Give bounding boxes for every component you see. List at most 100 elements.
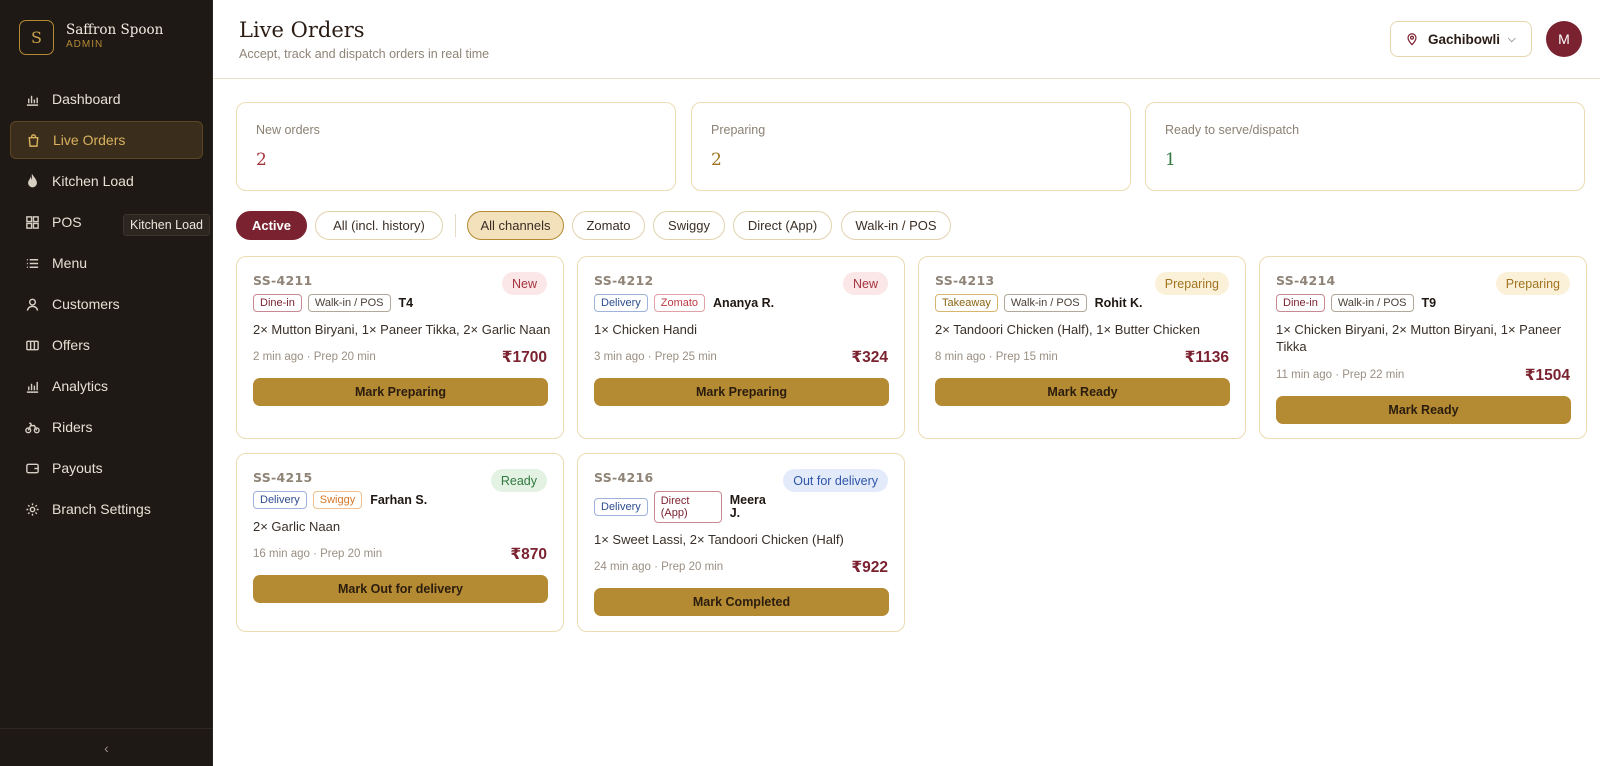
bike-icon	[24, 419, 40, 435]
mark-ready-button[interactable]: Mark Ready	[935, 378, 1230, 406]
gear-icon	[24, 501, 40, 517]
avatar[interactable]: M	[1546, 21, 1582, 57]
order-type-tag: Dine-in	[253, 294, 302, 312]
page-subtitle: Accept, track and dispatch orders in rea…	[239, 47, 490, 61]
chevron-down-icon: ⌵	[1508, 33, 1516, 45]
sidebar-item-label: Payouts	[52, 460, 103, 476]
channel-tag: Walk-in / POS	[307, 294, 391, 312]
order-type-tag: Delivery	[594, 294, 648, 312]
sidebar-item-dashboard[interactable]: Dashboard	[10, 80, 203, 118]
filter-all-channels[interactable]: All channels	[467, 211, 564, 240]
order-meta: 3 min ago · Prep 25 min	[594, 351, 717, 363]
user-icon	[24, 296, 40, 312]
stat-value: 1	[1165, 150, 1176, 170]
brand-logo: S	[19, 20, 54, 55]
filter-direct-app[interactable]: Direct (App)	[733, 211, 832, 240]
stat-value: 2	[256, 150, 267, 170]
brand[interactable]: S Saffron Spoon ADMIN	[19, 20, 163, 55]
mark-preparing-button[interactable]: Mark Preparing	[253, 378, 548, 406]
sidebar-item-branch-settings[interactable]: Branch Settings	[10, 490, 203, 528]
mark-completed-button[interactable]: Mark Completed	[594, 588, 889, 616]
channel-tag: Walk-in / POS	[1003, 294, 1087, 312]
location-pin-icon	[1407, 33, 1417, 46]
order-customer: Meera J.	[729, 493, 766, 520]
mark-ready-button[interactable]: Mark Ready	[1276, 396, 1571, 424]
analytics-icon	[24, 378, 40, 394]
sidebar-item-label: Dashboard	[52, 91, 121, 107]
brand-name: Saffron Spoon	[66, 22, 164, 38]
order-items: 2× Garlic Naan	[253, 519, 341, 534]
order-customer: Rohit K.	[1094, 296, 1143, 310]
mark-out-for-delivery-button[interactable]: Mark Out for delivery	[253, 575, 548, 603]
filter-all-history[interactable]: All (incl. history)	[315, 211, 443, 240]
sidebar-item-kitchen-load[interactable]: Kitchen Load	[10, 162, 203, 200]
sidebar-item-riders[interactable]: Riders	[10, 408, 203, 446]
bar-chart-icon	[24, 91, 40, 107]
stat-value: 2	[711, 150, 722, 170]
flame-icon	[24, 173, 40, 189]
sidebar-item-menu[interactable]: Menu	[10, 244, 203, 282]
order-total: ₹922	[851, 559, 888, 576]
status-badge: Out for delivery	[783, 469, 888, 492]
order-total: ₹1136	[1184, 349, 1229, 366]
order-customer: T9	[1421, 296, 1437, 310]
order-id: SS-4214	[1276, 273, 1336, 288]
stat-ready: Ready to serve/dispatch 1	[1145, 102, 1585, 191]
filter-zomato[interactable]: Zomato	[572, 211, 645, 240]
branch-selector[interactable]: Gachibowli ⌵	[1390, 21, 1532, 57]
order-id: SS-4215	[253, 470, 313, 485]
order-card: SS-4211 New Dine-in Walk-in / POS T4 2× …	[236, 256, 564, 439]
order-id: SS-4211	[253, 273, 313, 288]
sidebar-item-label: Riders	[52, 419, 93, 435]
order-meta: 8 min ago · Prep 15 min	[935, 351, 1058, 363]
order-items: 1× Chicken Handi	[594, 322, 697, 337]
page-header: Live Orders Accept, track and dispatch o…	[213, 0, 1600, 79]
order-items: 2× Tandoori Chicken (Half), 1× Butter Ch…	[935, 322, 1200, 337]
sidebar-item-payouts[interactable]: Payouts	[10, 449, 203, 487]
order-items: 2× Mutton Biryani, 1× Paneer Tikka, 2× G…	[253, 322, 551, 337]
order-id: SS-4213	[935, 273, 995, 288]
filter-walk-in-pos[interactable]: Walk-in / POS	[841, 211, 951, 240]
status-badge: Ready	[490, 469, 547, 492]
branch-name: Gachibowli	[1428, 31, 1501, 47]
order-meta: 2 min ago · Prep 20 min	[253, 351, 376, 363]
order-items: 1× Sweet Lassi, 2× Tandoori Chicken (Hal…	[594, 532, 844, 547]
sidebar-item-offers[interactable]: Offers	[10, 326, 203, 364]
sidebar-item-label: Kitchen Load	[52, 173, 134, 189]
sidebar-item-label: Offers	[52, 337, 90, 353]
order-type-tag: Delivery	[594, 498, 648, 516]
stat-label: New orders	[256, 123, 320, 137]
order-meta: 16 min ago · Prep 20 min	[253, 548, 383, 560]
sidebar-item-label: Live Orders	[53, 132, 126, 148]
sidebar-collapse-button[interactable]: ‹	[0, 728, 213, 766]
filter-active[interactable]: Active	[236, 211, 307, 240]
order-total: ₹1700	[501, 349, 547, 366]
order-total: ₹1504	[1524, 367, 1570, 384]
status-badge: Preparing	[1154, 272, 1229, 295]
filter-swiggy[interactable]: Swiggy	[653, 211, 725, 240]
sidebar-item-label: Menu	[52, 255, 88, 271]
status-badge: Preparing	[1495, 272, 1570, 295]
order-meta: 24 min ago · Prep 20 min	[594, 561, 724, 573]
page-title: Live Orders	[239, 18, 365, 42]
ticket-icon	[24, 337, 40, 353]
wallet-icon	[24, 460, 40, 476]
brand-subtitle: ADMIN	[66, 39, 104, 50]
chevron-left-icon: ‹	[104, 739, 109, 756]
order-id: SS-4216	[594, 470, 654, 485]
status-badge: New	[842, 272, 888, 295]
channel-tag: Walk-in / POS	[1330, 294, 1414, 312]
order-card: SS-4214 Preparing Dine-in Walk-in / POS …	[1259, 256, 1587, 439]
mark-preparing-button[interactable]: Mark Preparing	[594, 378, 889, 406]
filter-divider	[455, 214, 456, 237]
sidebar-item-analytics[interactable]: Analytics	[10, 367, 203, 405]
order-customer: T4	[398, 296, 414, 310]
grid-icon	[24, 214, 40, 230]
sidebar-item-label: Branch Settings	[52, 501, 151, 517]
sidebar-item-label: POS	[52, 214, 82, 230]
status-badge: New	[501, 272, 547, 295]
sidebar-item-customers[interactable]: Customers	[10, 285, 203, 323]
order-customer: Ananya R.	[713, 296, 775, 310]
stat-label: Ready to serve/dispatch	[1165, 123, 1300, 137]
sidebar-item-live-orders[interactable]: Live Orders	[10, 121, 203, 159]
